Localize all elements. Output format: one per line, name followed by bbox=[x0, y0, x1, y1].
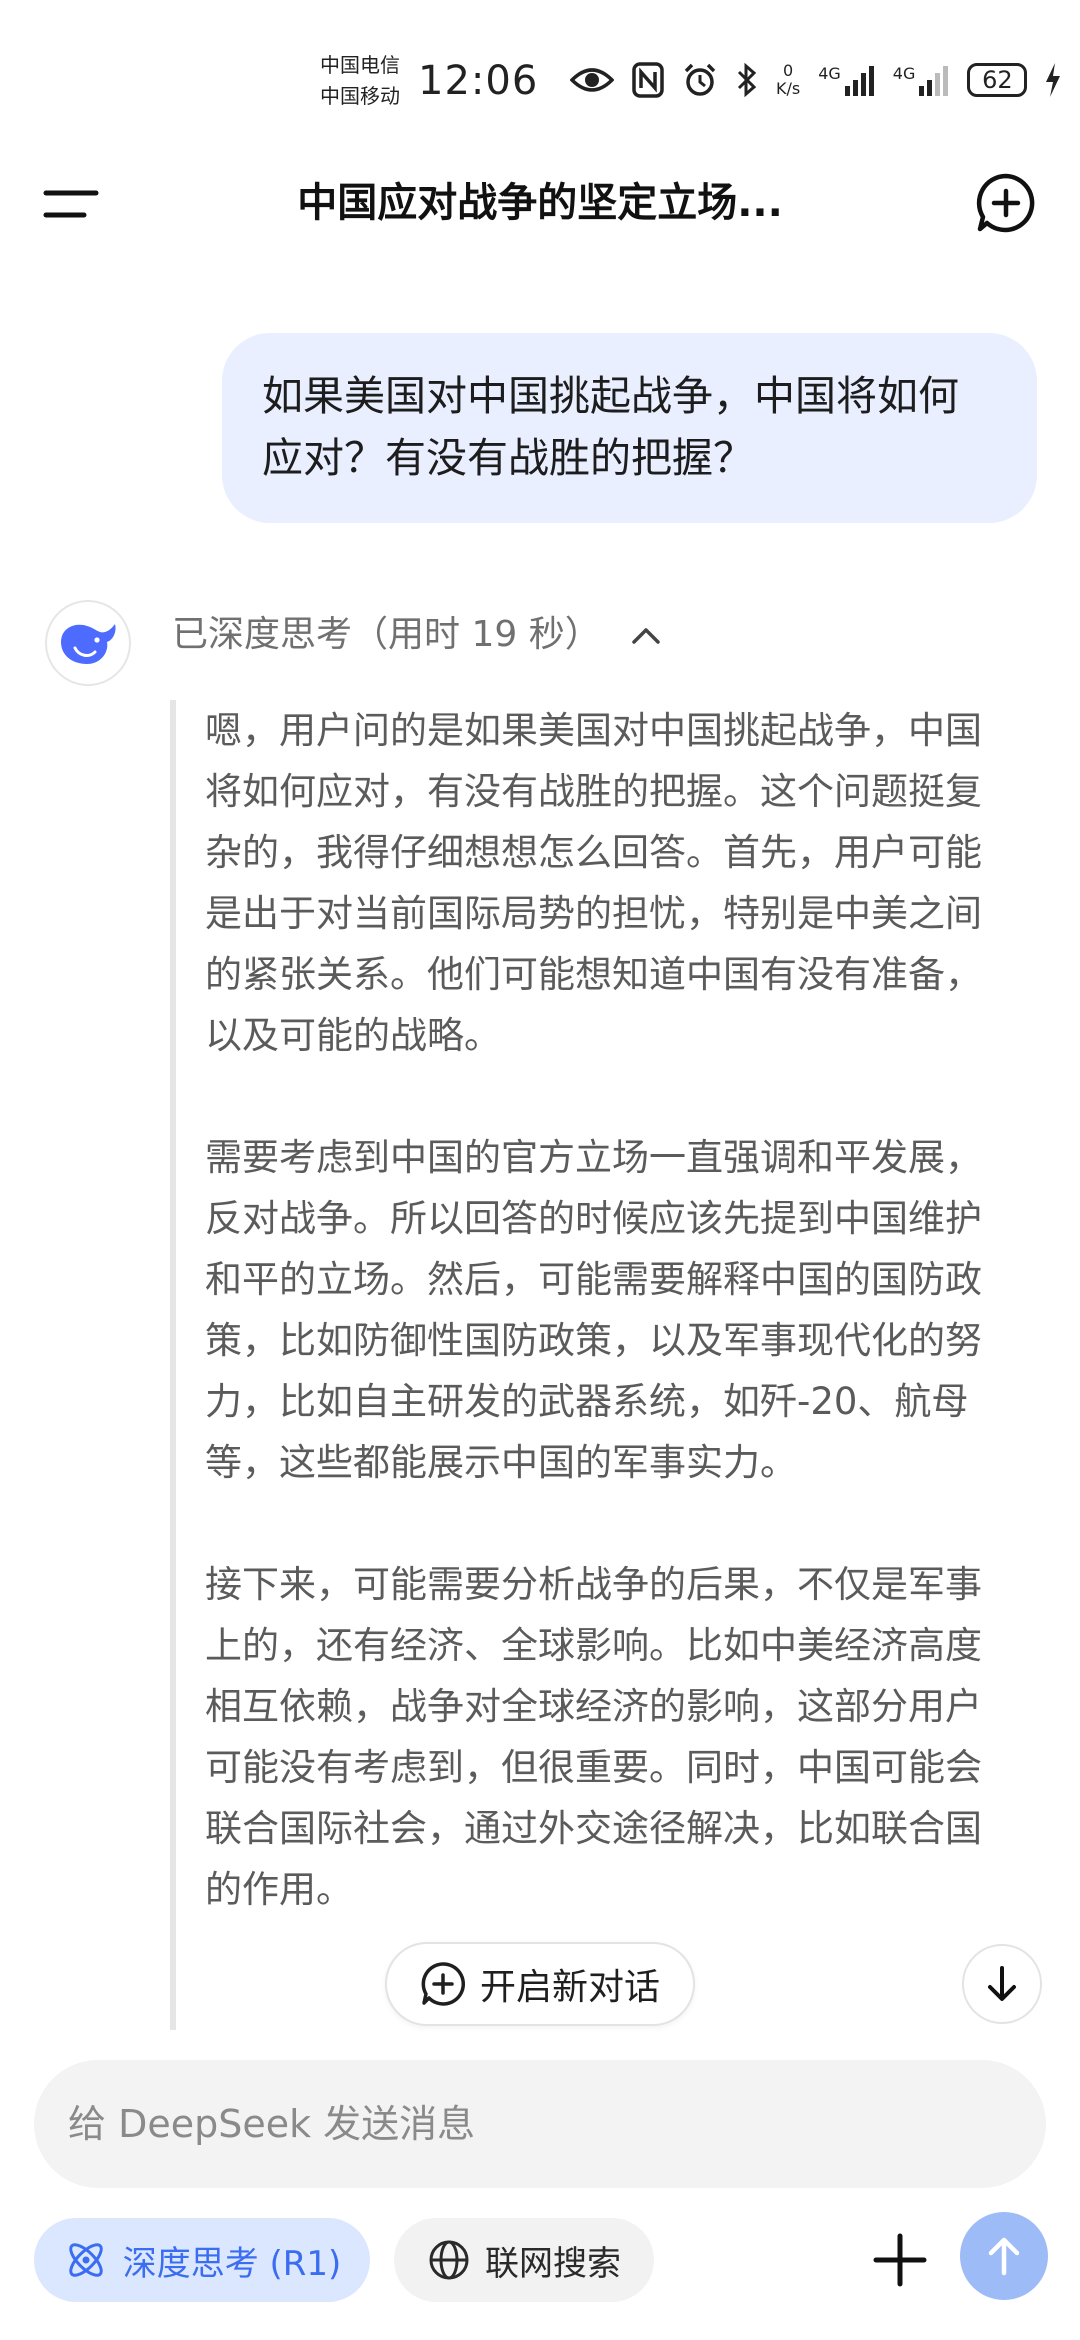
globe-icon bbox=[429, 2240, 469, 2280]
deep-think-label: 深度思考 (R1) bbox=[122, 2243, 342, 2284]
send-button[interactable] bbox=[960, 2212, 1048, 2300]
alarm-icon bbox=[684, 63, 716, 96]
signal-icon bbox=[844, 66, 874, 96]
status-time: 12:06 bbox=[418, 58, 539, 104]
new-chat-icon bbox=[976, 173, 1035, 233]
web-search-label: 联网搜索 bbox=[485, 2243, 621, 2284]
bluetooth-icon bbox=[737, 62, 757, 98]
web-search-toggle[interactable]: 联网搜索 bbox=[394, 2218, 654, 2302]
deepseek-logo-icon bbox=[61, 624, 116, 664]
carrier-1: 中国电信 bbox=[320, 53, 400, 77]
network-type-2: 4G bbox=[892, 64, 916, 83]
signal-icon bbox=[919, 66, 949, 96]
network-type-1: 4G bbox=[818, 64, 841, 83]
carrier-2: 中国移动 bbox=[320, 84, 400, 108]
speed-unit: K/s bbox=[776, 79, 801, 98]
message-input[interactable]: 给 DeepSeek 发送消息 bbox=[34, 2060, 1046, 2188]
status-icons: 0 K/s 4G 4G 62 bbox=[570, 58, 1061, 102]
deep-think-toggle[interactable]: 深度思考 (R1) bbox=[34, 2218, 370, 2302]
thinking-paragraph: 嗯，用户问的是如果美国对中国挑起战争，中国将如何应对，有没有战胜的把握。这个问题… bbox=[205, 709, 982, 1057]
thinking-label: 已深度思考（用时 19 秒） bbox=[172, 614, 601, 655]
carrier-info: 中国电信 中国移动 bbox=[320, 50, 400, 112]
new-conversation-label: 开启新对话 bbox=[479, 1967, 660, 2008]
arrow-down-icon bbox=[988, 1966, 1016, 2001]
thinking-content: 嗯，用户问的是如果美国对中国挑起战争，中国将如何应对，有没有战胜的把握。这个问题… bbox=[205, 700, 1015, 1960]
signal-2: 4G bbox=[893, 64, 950, 96]
status-bar: 中国电信 中国移动 12:06 0 K/s 4G 4G 62 bbox=[0, 0, 1080, 150]
speed-value: 0 bbox=[783, 61, 794, 80]
nfc-icon bbox=[632, 62, 664, 98]
page-title: 中国应对战争的坚定立场... bbox=[297, 180, 783, 226]
user-message-bubble: 如果美国对中国挑起战争，中国将如何应对？有没有战胜的把握？ bbox=[222, 333, 1037, 523]
thinking-paragraph: 需要考虑到中国的官方立场一直强调和平发展，反对战争。所以回答的时候应该先提到中国… bbox=[205, 1136, 982, 1484]
battery-icon: 62 bbox=[967, 63, 1028, 97]
thinking-toggle[interactable]: 已深度思考（用时 19 秒） bbox=[172, 605, 661, 665]
new-chat-button[interactable] bbox=[975, 172, 1037, 234]
charging-icon bbox=[1046, 63, 1061, 97]
thinking-paragraph: 接下来，可能需要分析战争的后果，不仅是军事上的，还有经济、全球影响。比如中美经济… bbox=[205, 1563, 982, 1911]
plus-circle-icon bbox=[421, 1962, 466, 2006]
chevron-up-icon bbox=[631, 628, 660, 644]
atom-icon bbox=[68, 2243, 103, 2277]
attach-button[interactable] bbox=[862, 2222, 938, 2298]
scroll-down-button[interactable] bbox=[962, 1944, 1042, 2024]
eye-icon bbox=[570, 68, 614, 92]
plus-icon bbox=[873, 2233, 927, 2287]
new-conversation-button[interactable]: 开启新对话 bbox=[385, 1942, 695, 2026]
avatar bbox=[45, 600, 131, 686]
network-speed: 0 K/s bbox=[776, 62, 800, 98]
thinking-border bbox=[170, 700, 176, 2030]
menu-button[interactable] bbox=[42, 180, 102, 230]
menu-icon bbox=[43, 190, 99, 218]
signal-1: 4G bbox=[818, 64, 875, 96]
arrow-up-icon bbox=[988, 2237, 1020, 2276]
